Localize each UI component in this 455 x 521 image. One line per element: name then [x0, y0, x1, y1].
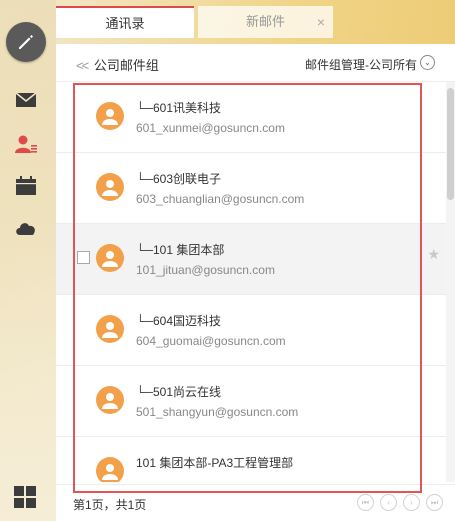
- avatar-icon: [96, 386, 124, 414]
- contact-name: └─501尚云在线: [136, 385, 222, 399]
- pagination-footer: 第1页，共1页 ⏮ ‹ › ⏭: [56, 484, 455, 521]
- prev-page-icon[interactable]: ‹: [380, 494, 397, 511]
- avatar-icon: [96, 102, 124, 130]
- contact-name: └─604国迈科技: [136, 314, 222, 328]
- contact-row[interactable]: └─603创联电子 603_chuanglian@gosuncn.com: [56, 153, 446, 224]
- contacts-icon[interactable]: [14, 132, 38, 156]
- cloud-icon[interactable]: [14, 216, 38, 240]
- contact-row[interactable]: └─604国迈科技 604_guomai@gosuncn.com: [56, 295, 446, 366]
- contact-row[interactable]: 101 集团本部-PA3工程管理部: [56, 437, 446, 482]
- tab-contacts-label: 通讯录: [105, 16, 145, 31]
- panel-header: << 公司邮件组 邮件组管理-公司所有 ⌄: [56, 44, 455, 82]
- next-page-icon[interactable]: ›: [403, 494, 420, 511]
- contact-checkbox[interactable]: [77, 251, 90, 264]
- contact-email: 601_xunmei@gosuncn.com: [136, 121, 285, 135]
- avatar-icon: [96, 244, 124, 272]
- contact-name: └─101 集团本部: [136, 243, 225, 257]
- pager: ⏮ ‹ › ⏭: [357, 494, 443, 511]
- contact-row[interactable]: └─501尚云在线 501_shangyun@gosuncn.com: [56, 366, 446, 437]
- contact-email: 101_jituan@gosuncn.com: [136, 263, 275, 277]
- pencil-icon: [19, 35, 33, 49]
- contact-row[interactable]: └─601讯美科技 601_xunmei@gosuncn.com: [56, 82, 446, 153]
- contact-email: 603_chuanglian@gosuncn.com: [136, 192, 305, 206]
- contact-email: 501_shangyun@gosuncn.com: [136, 405, 299, 419]
- contact-email: 604_guomai@gosuncn.com: [136, 334, 286, 348]
- tab-new-mail-label: 新邮件: [245, 14, 285, 29]
- contact-name: └─603创联电子: [136, 172, 222, 186]
- contact-list: └─601讯美科技 601_xunmei@gosuncn.com └─603创联…: [56, 82, 446, 482]
- sidebar: [0, 0, 56, 521]
- tab-new-mail[interactable]: 新邮件 ×: [198, 6, 333, 38]
- avatar-icon: [96, 173, 124, 201]
- scrollbar[interactable]: [446, 82, 455, 482]
- back-to-groups-link[interactable]: << 公司邮件组: [76, 55, 159, 74]
- tab-bar: 通讯录 新邮件 ×: [56, 0, 455, 44]
- contacts-panel: << 公司邮件组 邮件组管理-公司所有 ⌄ └─601讯美科技 601_xunm…: [56, 44, 455, 521]
- chevron-down-icon[interactable]: ⌄: [420, 55, 435, 70]
- avatar-icon: [96, 315, 124, 343]
- contact-name: 101 集团本部-PA3工程管理部: [136, 456, 294, 470]
- contact-row[interactable]: └─101 集团本部 101_jituan@gosuncn.com ★: [56, 224, 446, 295]
- contact-name: └─601讯美科技: [136, 101, 222, 115]
- calendar-icon[interactable]: [14, 174, 38, 198]
- group-title: 公司邮件组: [93, 58, 159, 73]
- tab-contacts[interactable]: 通讯录: [56, 6, 194, 38]
- close-icon[interactable]: ×: [317, 6, 325, 38]
- last-page-icon[interactable]: ⏭: [426, 494, 443, 511]
- avatar-icon: [96, 457, 124, 482]
- group-manage-dropdown[interactable]: 邮件组管理-公司所有: [305, 56, 417, 73]
- page-info: 第1页，共1页: [73, 498, 147, 512]
- apps-grid-icon[interactable]: [14, 486, 38, 510]
- double-chevron-left-icon: <<: [76, 58, 89, 73]
- scrollbar-thumb[interactable]: [447, 88, 454, 200]
- first-page-icon[interactable]: ⏮: [357, 494, 374, 511]
- star-icon[interactable]: ★: [427, 246, 440, 263]
- mail-icon[interactable]: [14, 88, 38, 112]
- compose-button[interactable]: [6, 22, 46, 62]
